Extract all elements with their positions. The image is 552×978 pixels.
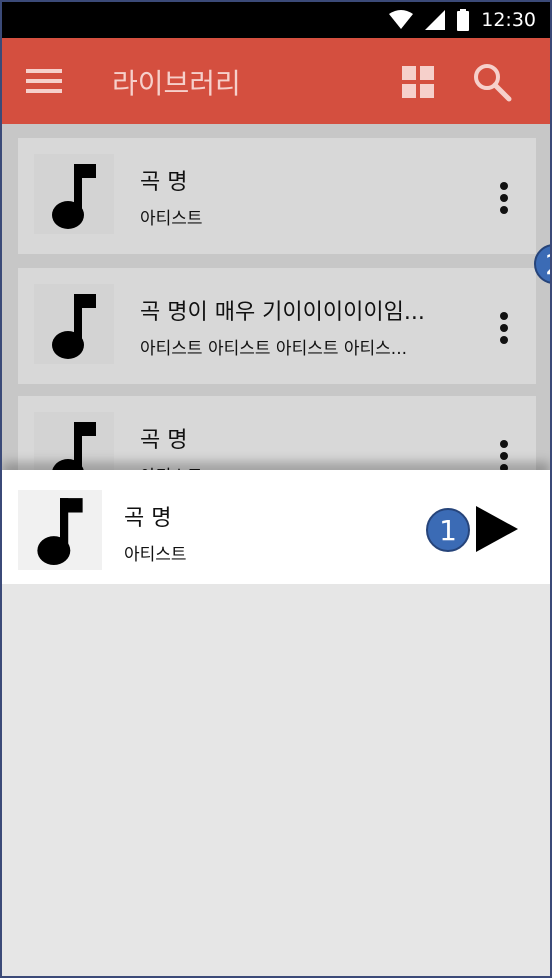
more-options-icon[interactable] [498, 438, 510, 470]
status-time: 12:30 [481, 9, 536, 31]
music-note-icon [37, 498, 83, 565]
play-icon[interactable] [474, 506, 518, 552]
battery-icon [457, 9, 470, 31]
status-bar: 12:30 [2, 2, 550, 38]
music-note-icon [52, 294, 96, 359]
now-playing-artist: 아티스트 [124, 545, 187, 565]
now-playing-title: 곡 명 [124, 506, 172, 531]
menu-icon[interactable] [26, 66, 62, 96]
app-title: 라이브러리 [112, 67, 241, 100]
song-title: 곡 명이 매우 기이이이이이임... [140, 300, 425, 325]
wifi-icon [389, 10, 414, 29]
song-card-2[interactable]: 곡 명이 매우 기이이이이이임... 아티스트 아티스트 아티스트 아티스... [18, 268, 536, 384]
app-bar: 라이브러리 [2, 38, 550, 124]
more-options-icon[interactable] [498, 180, 510, 216]
song-title: 곡 명 [140, 170, 188, 195]
song-card-1[interactable]: 곡 명 아티스트 [18, 138, 536, 254]
album-art [34, 284, 114, 364]
more-options-icon[interactable] [498, 310, 510, 346]
song-artist: 아티스트 [140, 209, 203, 229]
song-title: 곡 명 [140, 428, 188, 453]
now-playing-album-art [18, 490, 102, 570]
music-note-icon [52, 422, 96, 470]
now-playing-bar[interactable]: 곡 명 아티스트 1 [2, 470, 550, 584]
empty-area [2, 584, 550, 976]
song-artist: 아티스트 아티스트 아티스트 아티스... [140, 339, 408, 359]
signal-icon [425, 10, 446, 30]
song-artist: 아티스트 [140, 462, 460, 470]
song-list[interactable]: 곡 명 아티스트 곡 명이 매우 기이이이이이임... 아티스트 아티스트 아티… [2, 124, 550, 470]
album-art [34, 412, 114, 470]
music-note-icon [52, 164, 96, 229]
song-card-3[interactable]: 곡 명 아티스트 [18, 396, 536, 470]
annotation-badge-1: 1 [426, 508, 470, 552]
phone-screen: 12:30 라이브러리 곡 명 아티스트 곡 명이 매우 기이이이이이임... … [0, 0, 552, 978]
search-icon[interactable] [472, 62, 512, 102]
album-art [34, 154, 114, 234]
grid-view-icon[interactable] [402, 66, 434, 98]
